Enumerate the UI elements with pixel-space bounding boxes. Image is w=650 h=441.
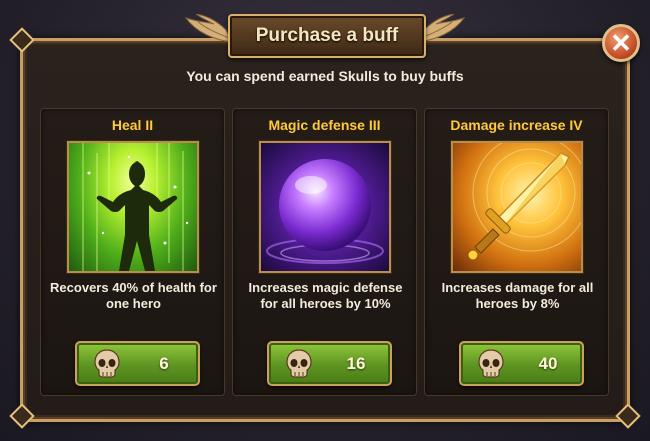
buy-heal-button[interactable]: 6	[75, 341, 200, 386]
buff-description: Increases magic defense for all heroes b…	[248, 280, 403, 311]
buff-description: Recovers 40% of health for one hero	[50, 280, 217, 311]
close-icon: ✕	[610, 27, 632, 58]
buy-damage-increase-button[interactable]: 40	[459, 341, 584, 386]
buff-price: 40	[538, 354, 558, 373]
buff-description: Increases damage for all heroes by 8%	[441, 280, 594, 311]
golden-sword-icon	[451, 141, 583, 273]
buff-title: Magic defense III	[268, 117, 381, 133]
skull-icon	[286, 349, 312, 378]
buff-title: Damage increase IV	[450, 117, 583, 133]
dialog-title: Purchase a buff	[228, 14, 426, 58]
left-wing-ornament	[184, 14, 233, 43]
magic-orb-icon	[259, 141, 391, 273]
buy-magic-defense-button[interactable]: 16	[267, 341, 392, 386]
buff-card-magic-defense: Magic defense III Increases magic defens…	[232, 108, 417, 396]
buff-card-damage-increase: Damage increase IV Increases damage for …	[424, 108, 609, 396]
close-button[interactable]: ✕	[602, 24, 640, 62]
buff-title: Heal II	[111, 117, 154, 133]
skull-icon	[94, 349, 120, 378]
buff-price: 6	[159, 354, 169, 373]
dialog-subtitle: You can spend earned Skulls to buy buffs	[186, 68, 464, 84]
skull-icon	[478, 349, 504, 378]
heal-hero-icon	[67, 141, 199, 273]
buff-price: 16	[346, 354, 366, 373]
buff-card-heal: Heal II Recovers 40% of health for one h…	[40, 108, 225, 396]
